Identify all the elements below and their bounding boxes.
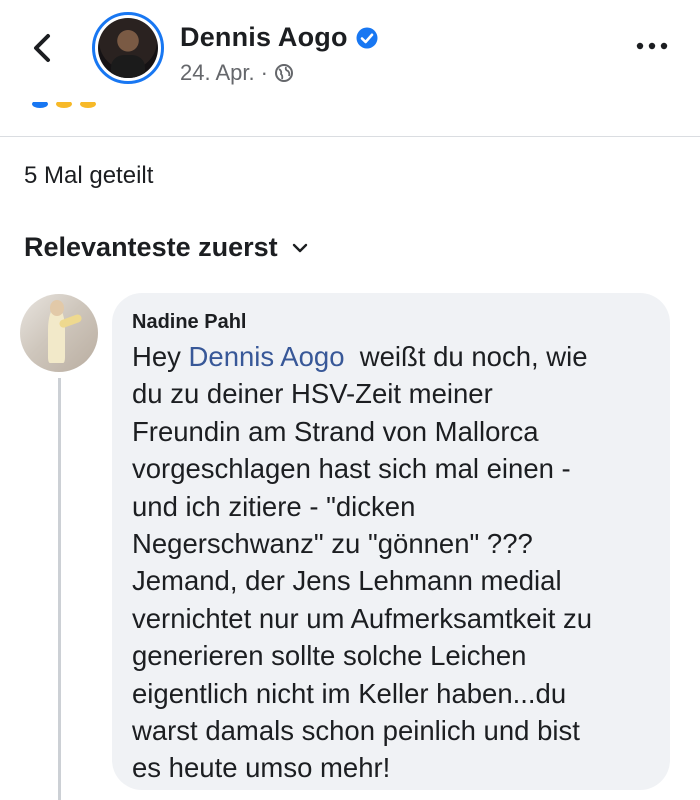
chevron-down-icon	[292, 243, 307, 252]
commenter-avatar[interactable]	[20, 294, 98, 372]
comment-author[interactable]: Nadine Pahl	[132, 311, 650, 334]
comment-thread-line	[58, 378, 61, 800]
reaction-icons-partial	[32, 102, 96, 108]
globe-icon	[274, 64, 293, 82]
chevron-left-icon[interactable]	[28, 30, 58, 66]
author-avatar-image	[98, 18, 158, 78]
comment-prefix: Hey	[132, 341, 189, 372]
post-meta: 24. Apr. ·	[180, 60, 294, 86]
shares-count[interactable]: 5 Mal geteilt	[24, 162, 153, 190]
author-avatar[interactable]	[92, 12, 164, 84]
author-name-row: Dennis Aogo	[180, 22, 378, 53]
comment-text: Hey Dennis Aogo weißt du noch, wie du zu…	[132, 338, 650, 787]
author-name[interactable]: Dennis Aogo	[180, 22, 348, 53]
post-header: Dennis Aogo 24. Apr. ·	[0, 0, 700, 110]
comment-mention-link[interactable]: Dennis Aogo	[189, 341, 345, 372]
section-divider	[0, 136, 700, 137]
verified-badge-icon	[356, 27, 378, 48]
comment-bubble: Nadine Pahl Hey Dennis Aogo weißt du noc…	[112, 293, 670, 790]
commenter-avatar-head	[49, 300, 64, 316]
commenter-avatar-figure	[48, 308, 66, 363]
comment-sort-dropdown[interactable]: Relevanteste zuerst	[24, 232, 308, 263]
post-date[interactable]: 24. Apr.	[180, 60, 255, 86]
more-dots-icon[interactable]	[632, 36, 672, 56]
sort-label: Relevanteste zuerst	[24, 232, 278, 262]
comment-body: weißt du noch, wie du zu deiner HSV-Zeit…	[132, 341, 593, 784]
meta-separator: ·	[260, 60, 268, 85]
